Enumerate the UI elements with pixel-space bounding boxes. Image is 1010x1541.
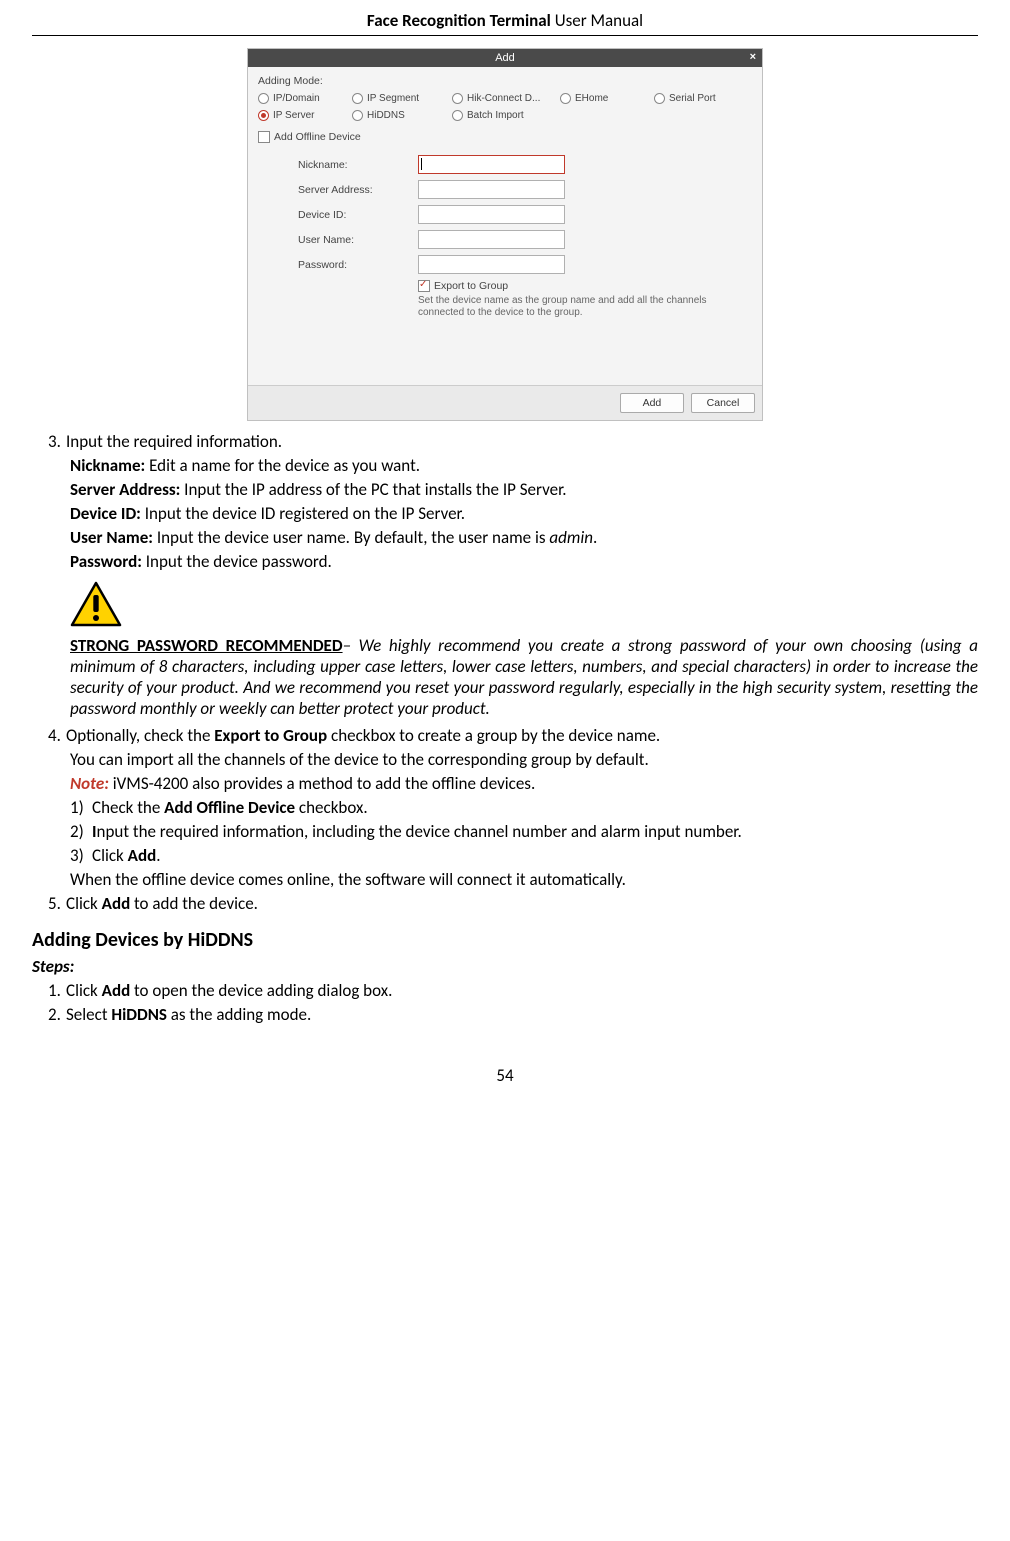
page-number: 54 <box>32 1065 978 1086</box>
add-offline-label: Add Offline Device <box>274 131 361 143</box>
nickname-def-text: Edit a name for the device as you want. <box>145 455 420 476</box>
step4-num: 4. <box>48 725 66 746</box>
user-def-text2: . <box>593 527 597 548</box>
radio-ip-segment[interactable]: IP Segment <box>352 93 452 104</box>
sec-step1-num: 1. <box>48 980 66 1001</box>
substep1-a: Check the <box>92 797 164 818</box>
close-icon[interactable]: × <box>750 51 756 63</box>
radio-ip-domain-label: IP/Domain <box>273 93 320 104</box>
add-device-dialog: Add × Adding Mode: IP/Domain IP Segment … <box>247 48 763 421</box>
user-name-input[interactable] <box>418 230 565 249</box>
section-heading: Adding Devices by HiDDNS <box>32 928 978 952</box>
pass-def-label: Password: <box>70 551 142 572</box>
radio-ip-server-label: IP Server <box>273 110 315 121</box>
substep1-c: checkbox. <box>295 797 368 818</box>
radio-hiddns-label: HiDDNS <box>367 110 405 121</box>
export-to-group-checkbox[interactable] <box>418 280 430 292</box>
substep1-num: 1) <box>70 797 92 818</box>
device-def-text: Input the device ID registered on the IP… <box>141 503 465 524</box>
warning-icon <box>70 581 122 627</box>
nickname-input[interactable] <box>418 155 565 174</box>
step4-p2: You can import all the channels of the d… <box>32 749 978 770</box>
radio-hik-connect[interactable]: Hik-Connect D... <box>452 93 560 104</box>
step5-a: Click <box>66 893 102 914</box>
step5-num: 5. <box>48 893 66 914</box>
step4-p3: When the offline device comes online, th… <box>32 869 978 890</box>
radio-batch-import[interactable]: Batch Import <box>452 110 524 121</box>
radio-hik-connect-label: Hik-Connect D... <box>467 93 540 104</box>
device-id-label: Device ID: <box>258 209 418 221</box>
pass-def-text: Input the device password. <box>142 551 332 572</box>
step5-b: Add <box>102 893 131 914</box>
user-def-label: User Name: <box>70 527 153 548</box>
radio-ehome[interactable]: EHome <box>560 93 654 104</box>
substep3-num: 3) <box>70 845 92 866</box>
radio-serial-port-label: Serial Port <box>669 93 716 104</box>
add-button[interactable]: Add <box>620 393 684 413</box>
password-label: Password: <box>258 259 418 271</box>
device-def-label: Device ID: <box>70 503 141 524</box>
sec-step2-a: Select <box>66 1004 111 1025</box>
step4-p1b: Export to Group <box>214 725 327 746</box>
sec-step2-num: 2. <box>48 1004 66 1025</box>
password-warning-block: STRONG PASSWORD RECOMMENDED– We highly r… <box>32 635 978 719</box>
password-warning-heading: STRONG PASSWORD RECOMMENDED <box>70 635 343 656</box>
adding-mode-label: Adding Mode: <box>258 75 752 87</box>
export-note-text: Set the device name as the group name an… <box>258 295 728 319</box>
radio-hiddns[interactable]: HiDDNS <box>352 110 452 121</box>
step4-p1a: Optionally, check the <box>66 725 214 746</box>
radio-ip-segment-label: IP Segment <box>367 93 419 104</box>
password-input[interactable] <box>418 255 565 274</box>
server-def-text: Input the IP address of the PC that inst… <box>180 479 566 500</box>
nickname-label: Nickname: <box>258 159 418 171</box>
step5-c: to add the device. <box>130 893 258 914</box>
step3-num: 3. <box>48 431 66 452</box>
server-address-input[interactable] <box>418 180 565 199</box>
radio-ip-server[interactable]: IP Server <box>258 110 352 121</box>
device-id-input[interactable] <box>418 205 565 224</box>
note-label: Note: <box>70 773 109 794</box>
page-header: Face Recognition Terminal User Manual <box>32 10 978 36</box>
step4-p1c: checkbox to create a group by the device… <box>327 725 660 746</box>
substep1-b: Add Offline Device <box>164 797 295 818</box>
radio-serial-port[interactable]: Serial Port <box>654 93 716 104</box>
export-to-group-label: Export to Group <box>434 280 508 292</box>
add-offline-checkbox[interactable] <box>258 131 270 143</box>
dialog-titlebar: Add × <box>248 49 762 67</box>
substep2-num: 2) <box>70 821 92 842</box>
sec-step2-b: HiDDNS <box>111 1004 167 1025</box>
sec-step1-b: Add <box>102 980 131 1001</box>
radio-ehome-label: EHome <box>575 93 608 104</box>
server-address-label: Server Address: <box>258 184 418 196</box>
header-title-plain: User Manual <box>551 10 643 31</box>
sec-step2-c: as the adding mode. <box>167 1004 311 1025</box>
cancel-button[interactable]: Cancel <box>691 393 755 413</box>
substep3-b: Add <box>128 845 157 866</box>
sec-step1-c: to open the device adding dialog box. <box>130 980 392 1001</box>
steps-label: Steps: <box>32 956 978 977</box>
user-name-label: User Name: <box>258 234 418 246</box>
user-def-text1: Input the device user name. By default, … <box>153 527 549 548</box>
step3-intro: Input the required information. <box>66 431 282 452</box>
dialog-title-text: Add <box>495 52 515 64</box>
radio-ip-domain[interactable]: IP/Domain <box>258 93 352 104</box>
note-text: iVMS-4200 also provides a method to add … <box>109 773 535 794</box>
substep2-b: nput the required information, including… <box>97 821 742 842</box>
user-def-admin: admin <box>549 527 593 548</box>
server-def-label: Server Address: <box>70 479 180 500</box>
nickname-def-label: Nickname: <box>70 455 145 476</box>
radio-batch-import-label: Batch Import <box>467 110 524 121</box>
substep3-c: . <box>156 845 160 866</box>
header-title-bold: Face Recognition Terminal <box>367 10 551 31</box>
substep3-a: Click <box>92 845 128 866</box>
sec-step1-a: Click <box>66 980 102 1001</box>
